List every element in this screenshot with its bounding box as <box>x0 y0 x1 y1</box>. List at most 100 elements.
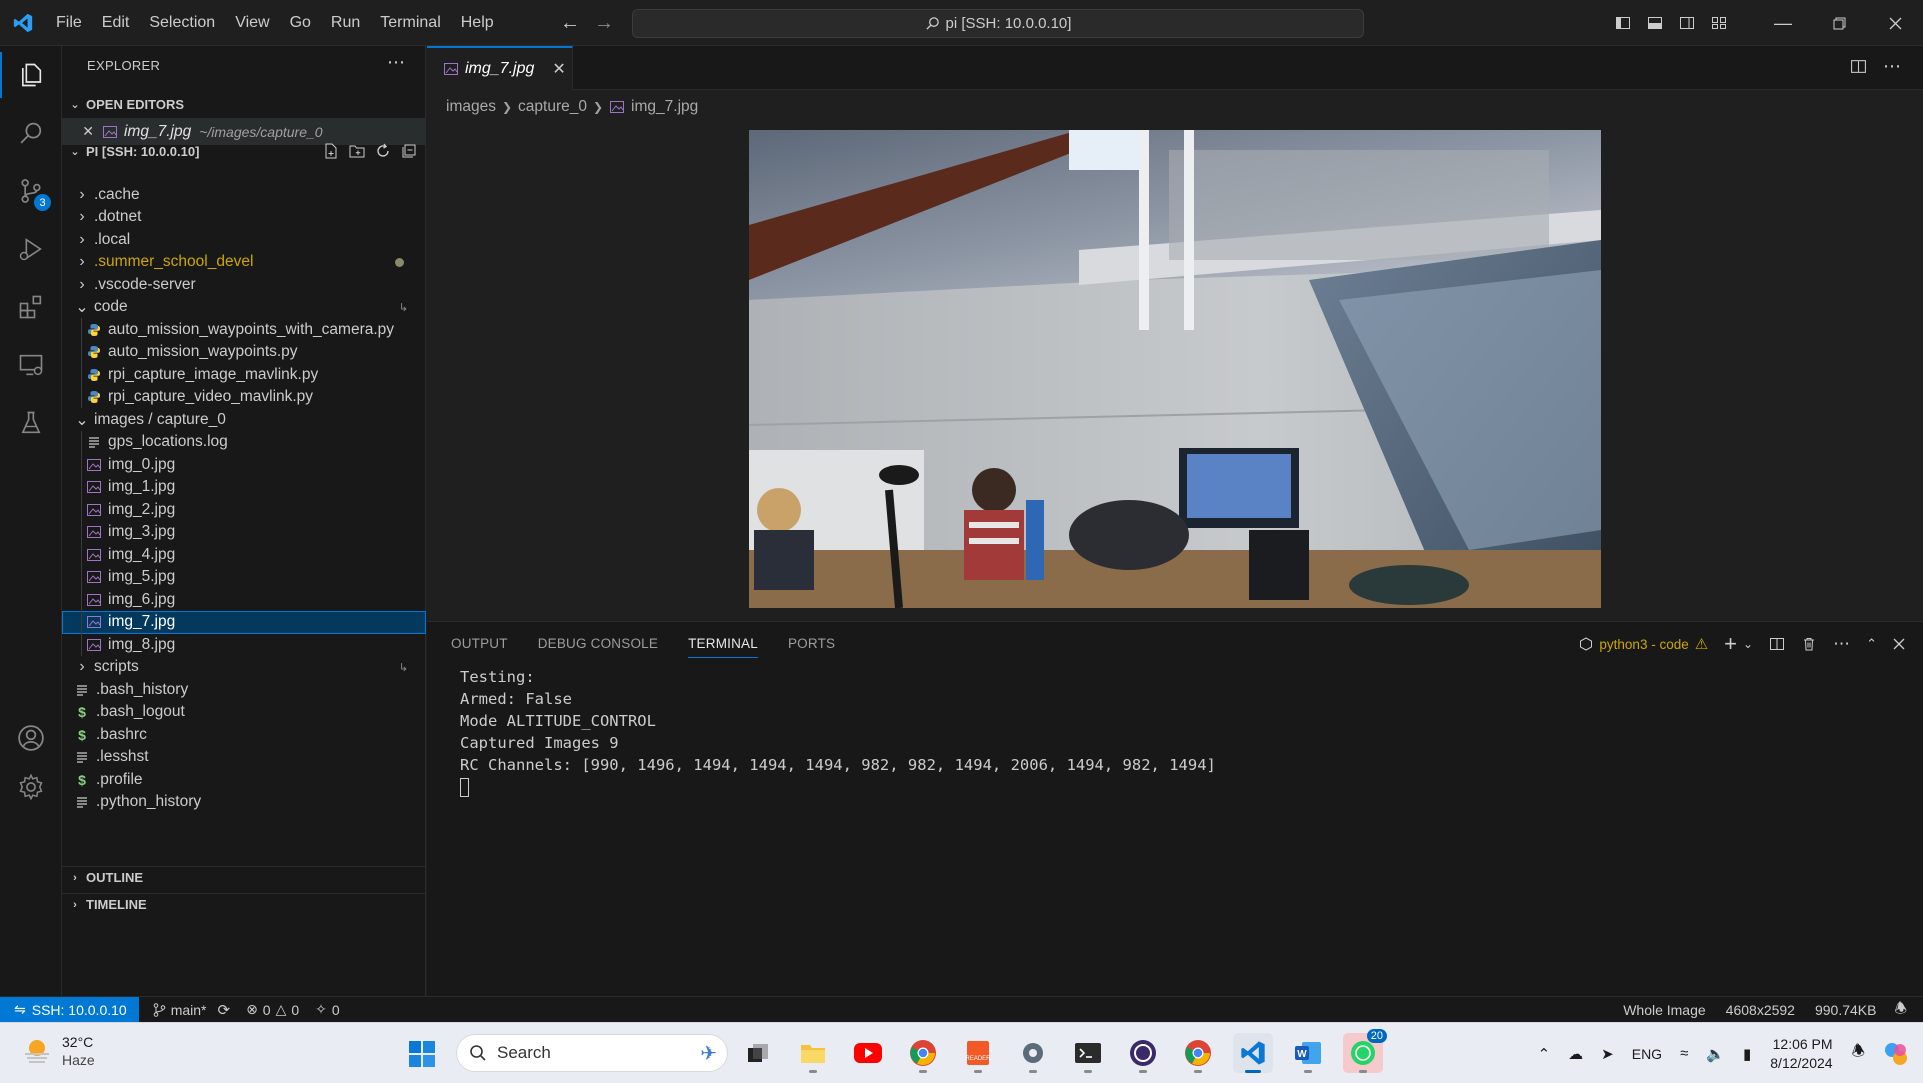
sync-icon[interactable]: ⟳ <box>217 1001 230 1019</box>
notifications-bell-icon[interactable]: 🕭 <box>1886 998 1915 1022</box>
close-panel-icon[interactable] <box>1893 638 1905 650</box>
breadcrumb-images[interactable]: images <box>446 98 496 116</box>
wifi-icon[interactable]: ≈ <box>1671 1045 1697 1062</box>
toggle-secondary-sidebar-icon[interactable] <box>1671 0 1703 46</box>
menu-terminal[interactable]: Terminal <box>370 0 450 46</box>
tree-item[interactable]: › scripts ↳ <box>62 656 426 679</box>
tree-item[interactable]: $ .profile <box>62 768 426 791</box>
toggle-panel-icon[interactable] <box>1639 0 1671 46</box>
task-view-icon[interactable] <box>738 1033 778 1073</box>
outline-header[interactable]: › OUTLINE <box>62 866 426 888</box>
close-editor-icon[interactable]: ✕ <box>62 123 94 140</box>
vscode-taskbar-icon[interactable] <box>1233 1033 1273 1073</box>
clock[interactable]: 12:06 PM 8/12/2024 <box>1760 1035 1842 1073</box>
tree-item[interactable]: img_6.jpg <box>62 588 426 611</box>
collapse-all-icon[interactable] <box>400 142 418 160</box>
branch-indicator[interactable]: main* ⟳ <box>145 1001 238 1019</box>
chevron-down-icon[interactable]: ⌄ <box>1743 637 1753 651</box>
explorer-icon[interactable] <box>0 46 62 104</box>
customize-layout-icon[interactable] <box>1703 0 1735 46</box>
onedrive-offline-icon[interactable]: ☁ <box>1559 1045 1592 1063</box>
close-window-icon[interactable] <box>1867 0 1923 46</box>
minimize-icon[interactable]: — <box>1755 0 1811 46</box>
menu-run[interactable]: Run <box>321 0 370 46</box>
menu-edit[interactable]: Edit <box>92 0 140 46</box>
volume-muted-icon[interactable]: 🔈 <box>1697 1045 1734 1063</box>
tab-output[interactable]: OUTPUT <box>451 636 508 658</box>
new-file-icon[interactable] <box>322 142 340 160</box>
refresh-icon[interactable] <box>374 142 392 160</box>
open-editors-header[interactable]: ⌄ OPEN EDITORS <box>62 93 426 115</box>
tree-item[interactable]: auto_mission_waypoints.py <box>62 341 426 364</box>
toggle-primary-sidebar-icon[interactable] <box>1607 0 1639 46</box>
run-debug-icon[interactable] <box>0 220 62 278</box>
tree-item[interactable]: › .local <box>62 228 426 251</box>
language-indicator[interactable]: ENG <box>1623 1046 1671 1062</box>
tree-item[interactable]: .bash_history <box>62 678 426 701</box>
chrome-profile-icon[interactable] <box>1178 1033 1218 1073</box>
zoom-level[interactable]: Whole Image <box>1613 1002 1715 1018</box>
tree-item[interactable]: ⌄ images / capture_0 <box>62 408 426 431</box>
manage-gear-icon[interactable] <box>0 758 62 816</box>
tree-item[interactable]: $ .bash_logout <box>62 701 426 724</box>
copilot-icon[interactable] <box>1874 1041 1923 1067</box>
forward-arrow-icon[interactable]: → <box>594 12 614 35</box>
breadcrumb-capture[interactable]: capture_0 <box>518 98 587 116</box>
chrome-icon[interactable] <box>903 1033 943 1073</box>
maximize-panel-icon[interactable]: ⌃ <box>1866 636 1877 652</box>
menu-help[interactable]: Help <box>451 0 504 46</box>
taskbar-search[interactable]: Search ✈ <box>456 1034 728 1072</box>
tree-item[interactable]: › .summer_school_devel <box>62 251 426 274</box>
tree-item[interactable]: img_8.jpg <box>62 633 426 656</box>
tree-item[interactable]: auto_mission_waypoints_with_camera.py <box>62 318 426 341</box>
tree-item[interactable]: › .dotnet <box>62 206 426 229</box>
tab-ports[interactable]: PORTS <box>788 636 835 658</box>
obs-icon[interactable] <box>1123 1033 1163 1073</box>
terminal-selector[interactable]: python3 - code ⚠ <box>1579 635 1708 653</box>
menu-selection[interactable]: Selection <box>139 0 225 46</box>
settings-icon[interactable] <box>1013 1033 1053 1073</box>
problems-indicator[interactable]: ⊗ 0 △ 0 <box>238 1001 307 1018</box>
tree-item[interactable]: › .cache <box>62 183 426 206</box>
word-icon[interactable]: W <box>1288 1033 1328 1073</box>
remote-indicator[interactable]: ⇋ SSH: 10.0.0.10 <box>0 996 139 1023</box>
tab-img-7[interactable]: img_7.jpg ✕ <box>427 46 573 90</box>
menu-view[interactable]: View <box>225 0 279 46</box>
tree-item[interactable]: img_1.jpg <box>62 476 426 499</box>
notification-bell-icon[interactable]: 🕭 <box>1843 1041 1874 1066</box>
remote-explorer-icon[interactable] <box>0 336 62 394</box>
tree-item[interactable]: img_5.jpg <box>62 566 426 589</box>
tree-item[interactable]: img_0.jpg <box>62 453 426 476</box>
tree-item[interactable]: img_7.jpg <box>62 610 426 634</box>
chevron-up-icon[interactable]: ⌃ <box>1529 1045 1560 1063</box>
windows-start-icon[interactable] <box>408 1040 436 1073</box>
more-actions-icon[interactable]: ⋯ <box>387 52 405 73</box>
tree-item[interactable]: .lesshst <box>62 746 426 769</box>
file-explorer-icon[interactable] <box>793 1033 833 1073</box>
testing-icon[interactable] <box>0 394 62 452</box>
weather-widget[interactable]: 32°C Haze <box>22 1033 95 1069</box>
terminal-app-icon[interactable] <box>1068 1033 1108 1073</box>
timeline-header[interactable]: › TIMELINE <box>62 893 426 915</box>
menu-go[interactable]: Go <box>280 0 321 46</box>
menu-file[interactable]: File <box>46 0 92 46</box>
pdf-reader-icon[interactable]: READER <box>958 1033 998 1073</box>
tree-item[interactable]: .python_history <box>62 791 426 814</box>
tree-item[interactable]: img_2.jpg <box>62 498 426 521</box>
restore-icon[interactable] <box>1811 0 1867 46</box>
close-tab-icon[interactable]: ✕ <box>552 59 565 79</box>
new-terminal-icon[interactable]: + <box>1724 631 1737 657</box>
back-arrow-icon[interactable]: ← <box>560 12 580 35</box>
trash-icon[interactable] <box>1801 636 1817 652</box>
tree-item[interactable]: ⌄ code ↳ <box>62 296 426 319</box>
more-actions-icon[interactable]: ⋯ <box>1883 56 1901 77</box>
battery-icon[interactable]: ▮ <box>1734 1045 1760 1063</box>
breadcrumb-file[interactable]: img_7.jpg <box>631 98 698 116</box>
tree-item[interactable]: rpi_capture_video_mavlink.py <box>62 386 426 409</box>
location-icon[interactable]: ➤ <box>1592 1045 1623 1063</box>
tree-item[interactable]: img_3.jpg <box>62 521 426 544</box>
tree-item[interactable]: rpi_capture_image_mavlink.py <box>62 363 426 386</box>
youtube-icon[interactable] <box>848 1033 888 1073</box>
new-folder-icon[interactable] <box>348 142 366 160</box>
source-control-icon[interactable]: 3 <box>0 162 62 220</box>
